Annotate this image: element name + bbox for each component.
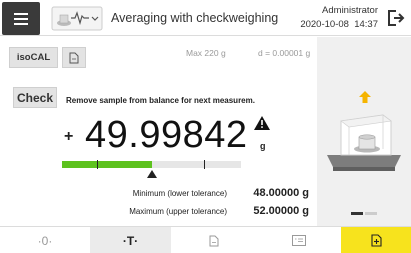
menu-button[interactable]	[2, 2, 40, 35]
save-export-icon	[370, 234, 382, 247]
menu-line	[14, 12, 28, 15]
balance-app-icon[interactable]	[51, 6, 103, 31]
status-message: Remove sample from balance for next meas…	[66, 96, 255, 105]
tare-button[interactable]: ·T·	[90, 227, 171, 253]
min-tolerance-value: 48.00000 g	[253, 187, 309, 199]
min-tolerance-label: Minimum (lower tolerance)	[132, 189, 227, 198]
iso-cal-button[interactable]: isoCAL	[9, 47, 58, 68]
tolerance-bar	[62, 160, 241, 178]
page-dot	[365, 212, 377, 215]
tolerance-bar-fill	[62, 161, 152, 168]
check-button[interactable]: Check	[13, 87, 57, 108]
upper-tolerance-tick	[204, 160, 205, 169]
document-icon	[69, 52, 79, 63]
weight-sign: +	[64, 128, 74, 145]
datetime: 2020-10-08 14:37	[300, 19, 378, 30]
document-icon	[209, 235, 218, 246]
menu-line	[14, 22, 28, 25]
print-icon	[291, 235, 306, 246]
page-dot-active	[351, 212, 363, 215]
lower-tolerance-tick	[97, 160, 98, 169]
protocol-doc-button[interactable]	[171, 227, 256, 253]
bottom-toolbar: ·0· ·T·	[0, 226, 411, 253]
max-capacity: Max 220 g	[186, 48, 226, 58]
weight-pointer	[147, 170, 157, 178]
menu-line	[14, 17, 28, 20]
logout-icon[interactable]	[387, 9, 405, 27]
warning-triangle-icon	[254, 116, 270, 130]
header-bar: Averaging with checkweighing Administrat…	[0, 0, 411, 36]
max-tolerance-value: 52.00000 g	[253, 205, 309, 217]
weight-unit: g	[260, 141, 266, 151]
weighing-panel: isoCAL Max 220 g d = 0.00001 g Check Rem…	[0, 37, 317, 226]
page-indicator	[351, 212, 377, 215]
readability: d = 0.00001 g	[258, 48, 311, 58]
protocol-button[interactable]	[62, 47, 86, 68]
print-button[interactable]	[256, 227, 341, 253]
zero-button[interactable]: ·0·	[0, 227, 90, 253]
date: 2020-10-08	[300, 19, 349, 30]
balance-illustration	[327, 114, 401, 171]
weight-value: 49.99842	[85, 114, 248, 156]
time: 14:37	[354, 19, 378, 30]
app-title: Averaging with checkweighing	[111, 11, 279, 25]
instruction-panel	[317, 37, 411, 226]
save-result-button[interactable]	[341, 227, 411, 253]
max-tolerance-label: Maximum (upper tolerance)	[129, 207, 227, 216]
user-name: Administrator	[322, 5, 378, 16]
